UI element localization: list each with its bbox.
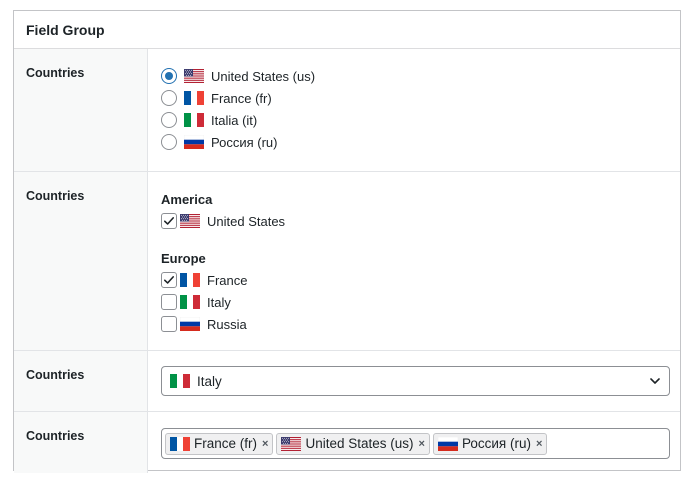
checkbox-option-label: Italy xyxy=(207,294,231,310)
checkbox-option-russia[interactable]: Russia xyxy=(161,314,247,334)
checkbox-groups: America United States Europe France Ital… xyxy=(161,172,668,350)
field-label: Countries xyxy=(14,49,148,171)
radio-button[interactable] xyxy=(161,112,177,128)
checkbox-option-label: France xyxy=(207,272,248,288)
radio-option-label: Россия (ru) xyxy=(211,134,278,150)
radio-option-label: United States (us) xyxy=(211,68,316,84)
radio-option-label: Italia (it) xyxy=(211,112,258,128)
tag-label: United States (us) xyxy=(305,436,414,451)
field-label: Countries xyxy=(14,351,148,411)
radio-option-us[interactable]: United States (us) xyxy=(161,66,315,86)
tag-label: Россия (ru) xyxy=(461,436,531,451)
fr-flag-icon xyxy=(180,273,200,287)
radio-option-ru[interactable]: Россия (ru) xyxy=(161,132,277,152)
selected-tag-fr: France (fr) × xyxy=(165,432,274,455)
selected-tag-us: United States (us) × xyxy=(276,432,430,455)
group-title-america: America xyxy=(161,192,213,207)
selected-tag-ru: Россия (ru) × xyxy=(432,432,548,455)
check-icon xyxy=(162,213,176,229)
country-multiselect[interactable]: France (fr) × United States (us) × Росси… xyxy=(161,428,670,459)
ru-flag-icon xyxy=(438,437,458,451)
radio-button[interactable] xyxy=(161,68,177,84)
radio-field-row: Countries United States (us) France (fr)… xyxy=(14,49,680,172)
checkbox-field-row: Countries America United States Europe F… xyxy=(14,172,680,351)
us-flag-icon xyxy=(281,437,301,451)
fr-flag-icon xyxy=(170,437,190,451)
checkbox-option-italy[interactable]: Italy xyxy=(161,292,231,312)
remove-tag-icon[interactable]: × xyxy=(536,438,542,450)
remove-tag-icon[interactable]: × xyxy=(419,438,425,450)
radio-option-label: France (fr) xyxy=(211,90,272,106)
it-flag-icon xyxy=(180,295,200,309)
field-group-panel: Field Group Countries United States (us)… xyxy=(13,10,681,473)
radio-option-it[interactable]: Italia (it) xyxy=(161,110,257,130)
checkbox-option-label: United States xyxy=(207,213,286,229)
checkbox-option-france[interactable]: France xyxy=(161,270,247,290)
country-select[interactable]: Italy xyxy=(161,366,670,396)
checkbox-option-label: Russia xyxy=(207,316,247,332)
remove-tag-icon[interactable]: × xyxy=(262,438,268,450)
radio-option-fr[interactable]: France (fr) xyxy=(161,88,272,108)
select-value: Italy xyxy=(197,373,222,389)
select-field-row: Countries Italy xyxy=(14,351,680,412)
us-flag-icon xyxy=(180,214,200,228)
checkbox[interactable] xyxy=(161,316,177,332)
it-flag-icon xyxy=(184,113,204,127)
group-title-europe: Europe xyxy=(161,251,206,266)
checkbox[interactable] xyxy=(161,213,177,229)
us-flag-icon xyxy=(184,69,204,83)
fr-flag-icon xyxy=(184,91,204,105)
radio-group: United States (us) France (fr) Italia (i… xyxy=(161,49,668,171)
checkbox[interactable] xyxy=(161,272,177,288)
field-label: Countries xyxy=(14,412,148,473)
ru-flag-icon xyxy=(180,317,200,331)
radio-button[interactable] xyxy=(161,90,177,106)
multiselect-field-row: Countries France (fr) × United States (u… xyxy=(14,412,680,473)
checkbox[interactable] xyxy=(161,294,177,310)
chevron-down-icon xyxy=(650,378,660,384)
tag-label: France (fr) xyxy=(194,436,258,451)
multiselect-container: France (fr) × United States (us) × Росси… xyxy=(161,412,670,473)
ru-flag-icon xyxy=(184,135,204,149)
checkbox-option-united-states[interactable]: United States xyxy=(161,211,285,231)
select-container: Italy xyxy=(161,351,670,411)
it-flag-icon xyxy=(170,374,190,388)
field-label: Countries xyxy=(14,172,148,350)
radio-button[interactable] xyxy=(161,134,177,150)
panel-title: Field Group xyxy=(14,11,680,49)
check-icon xyxy=(162,272,176,288)
